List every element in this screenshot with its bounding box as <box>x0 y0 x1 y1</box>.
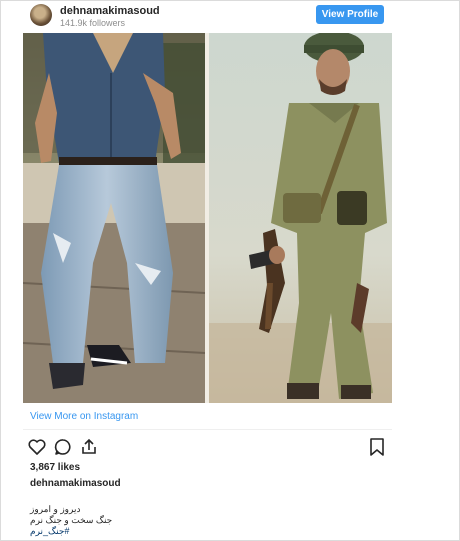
followers-count: 141.9k followers <box>60 18 126 28</box>
caption-line: دیروز و امروز <box>30 504 81 514</box>
caption-line: جنگ سخت و جنگ نرم <box>30 515 113 525</box>
likes-count[interactable]: 3,867 likes <box>30 462 80 473</box>
hashtag-link[interactable]: #جنگ_نرم <box>30 526 112 537</box>
share-icon[interactable] <box>79 437 99 457</box>
avatar[interactable] <box>30 4 52 26</box>
comment-icon[interactable] <box>53 437 73 457</box>
like-icon[interactable] <box>27 437 47 457</box>
caption-text: دیروز و امروز جنگ سخت و جنگ نرم #جنگ_نرم <box>30 504 112 537</box>
view-more-link[interactable]: View More on Instagram <box>30 411 138 422</box>
post-image[interactable] <box>23 33 392 403</box>
username[interactable]: dehnamakimasoud <box>60 5 160 17</box>
left-photo-casual-man <box>23 33 205 403</box>
post-header: dehnamakimasoud 141.9k followers View Pr… <box>30 3 390 29</box>
bookmark-icon[interactable] <box>369 437 385 457</box>
view-profile-button[interactable]: View Profile <box>316 5 384 24</box>
post-card: dehnamakimasoud 141.9k followers View Pr… <box>0 0 460 541</box>
caption-username[interactable]: dehnamakimasoud <box>30 478 121 489</box>
right-photo-soldier <box>209 33 392 403</box>
action-bar <box>27 437 387 457</box>
divider <box>23 429 392 430</box>
